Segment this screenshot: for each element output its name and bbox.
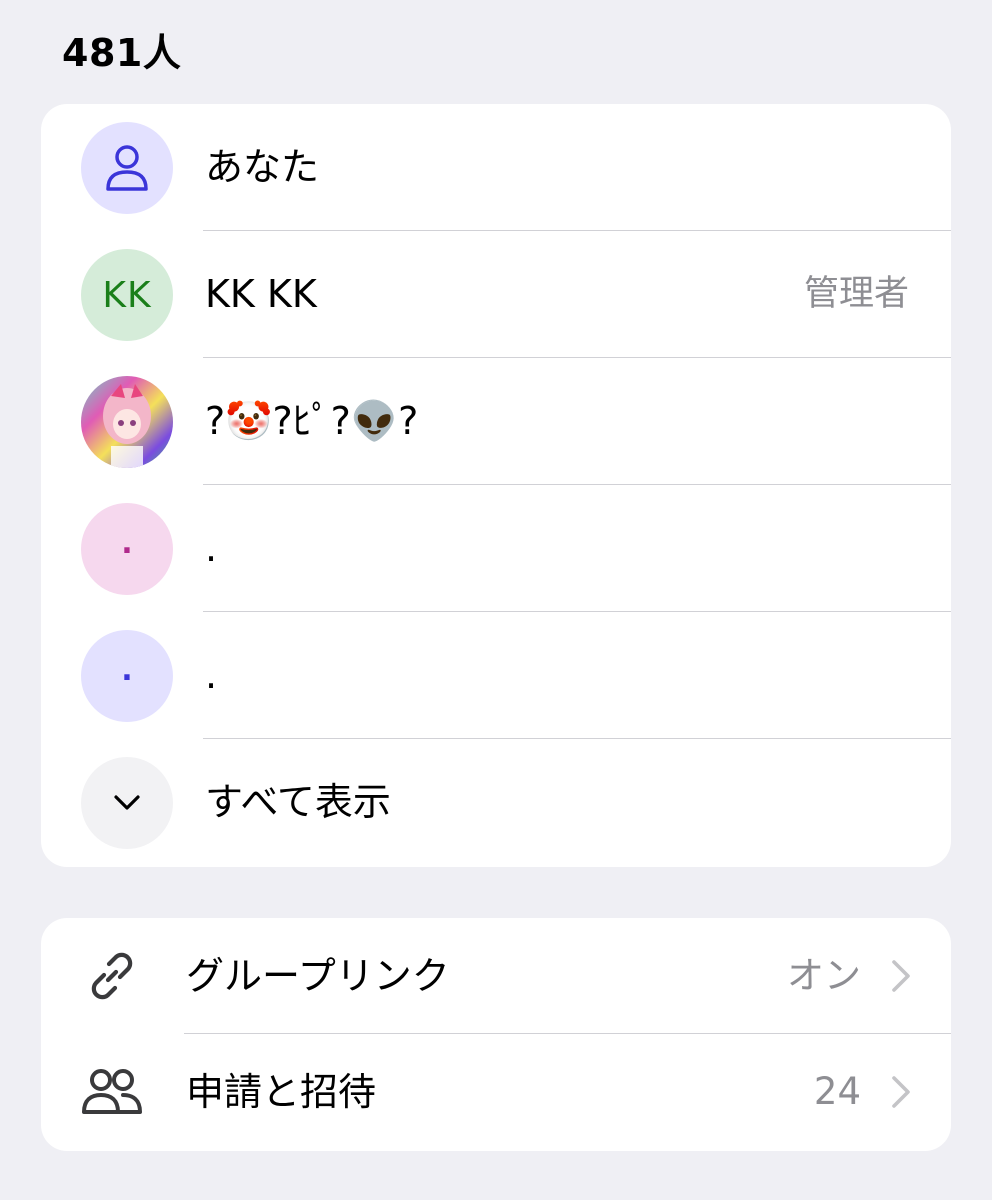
member-row-dot-pink[interactable]: . . <box>41 485 951 612</box>
person-icon <box>106 145 148 191</box>
chevron-down-icon <box>114 795 140 810</box>
group-link-row[interactable]: グループリンク オン <box>41 918 951 1034</box>
show-all-label: すべて表示 <box>205 780 391 824</box>
chevron-right-icon <box>892 1076 910 1108</box>
member-name: . <box>205 526 218 570</box>
requests-count: 24 <box>813 1070 861 1113</box>
profile-photo <box>81 376 173 468</box>
avatar-initials: KK <box>102 274 152 316</box>
avatar-initials: . <box>121 653 133 688</box>
member-row-dot-blue[interactable]: . . <box>41 612 951 739</box>
member-name: . <box>205 653 218 697</box>
member-name: KK KK <box>205 272 317 316</box>
show-all-button[interactable]: すべて表示 <box>41 739 951 866</box>
member-row-kk[interactable]: KK KK KK 管理者 <box>41 231 951 358</box>
member-name: あなた <box>205 145 320 189</box>
group-link-status: オン <box>787 954 861 997</box>
chevron-right-icon <box>892 960 910 992</box>
avatar: . <box>81 630 173 722</box>
admin-role-label: 管理者 <box>803 274 909 314</box>
avatar <box>81 122 173 214</box>
requests-invites-row[interactable]: 申請と招待 24 <box>41 1034 951 1150</box>
link-icon <box>81 948 143 1004</box>
member-row-you[interactable]: あなた <box>41 104 951 231</box>
show-all-icon-circle <box>81 757 173 849</box>
members-list: あなた KK KK KK 管理者 ?🤡?ﾋﾟ?👽? . . . . すべて表示 <box>41 104 951 867</box>
people-icon <box>81 1064 143 1120</box>
requests-invites-label: 申請と招待 <box>186 1070 377 1114</box>
group-link-label: グループリンク <box>186 954 450 998</box>
avatar: . <box>81 503 173 595</box>
group-settings-card: グループリンク オン 申請と招待 24 <box>41 918 951 1151</box>
avatar: KK <box>81 249 173 341</box>
avatar <box>81 376 173 468</box>
member-row-emoji-name[interactable]: ?🤡?ﾋﾟ?👽? <box>41 358 951 485</box>
avatar-initials: . <box>121 526 133 561</box>
member-count-heading: 481人 <box>62 31 182 75</box>
member-name: ?🤡?ﾋﾟ?👽? <box>205 399 419 443</box>
